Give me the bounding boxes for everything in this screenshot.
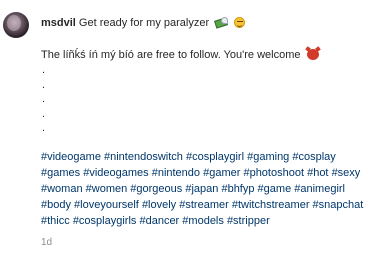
username-link[interactable]: msdvil	[41, 17, 76, 29]
comment-post: msdvil Get ready for my paralyzer The lí…	[0, 0, 384, 263]
hashtag-link[interactable]: #twitchstreamer	[232, 199, 310, 211]
dot-separator: . . . . .	[42, 63, 377, 136]
dot: .	[42, 107, 46, 120]
bio-line-text: The líñḱś íń mý bíó are free to follow. …	[41, 49, 301, 61]
hashtag-link[interactable]: #lovely	[142, 199, 176, 211]
hashtag-link[interactable]: #videogames	[83, 167, 148, 179]
caption-text: Get ready for my paralyzer	[78, 17, 210, 29]
hashtag-link[interactable]: #cosplaygirl	[186, 151, 244, 163]
caption: msdvil Get ready for my paralyzer The lí…	[41, 15, 377, 251]
hashtag-link[interactable]: #japan	[185, 183, 218, 195]
hashtag-link[interactable]: #cosplaygirls	[73, 215, 137, 227]
hashtag-link[interactable]: #loveyourself	[74, 199, 139, 211]
hashtag-link[interactable]: #woman	[41, 183, 83, 195]
hashtag-link[interactable]: #stripper	[227, 215, 270, 227]
caption-bio-line: The líñḱś íń mý bíó are free to follow. …	[41, 47, 377, 63]
avatar[interactable]	[3, 12, 29, 38]
hashtag-link[interactable]: #photoshoot	[243, 167, 304, 179]
dot: .	[42, 78, 46, 91]
hashtag-link[interactable]: #nintendo	[152, 167, 200, 179]
hashtag-link[interactable]: #gorgeous	[130, 183, 182, 195]
smiling-face-icon	[234, 17, 246, 28]
timestamp[interactable]: 1d	[41, 235, 377, 251]
hashtag-link[interactable]: #body	[41, 199, 71, 211]
hashtag-link[interactable]: #games	[41, 167, 80, 179]
hashtag-link[interactable]: #videogame	[41, 151, 101, 163]
dot: .	[42, 122, 46, 134]
hashtag-link[interactable]: #hot	[307, 167, 328, 179]
hashtag-link[interactable]: #gamer	[203, 167, 240, 179]
devil-face-icon	[306, 49, 319, 60]
hashtag-link[interactable]: #bhfyp	[221, 183, 254, 195]
hashtag-link[interactable]: #dancer	[139, 215, 179, 227]
hashtag-link[interactable]: #snapchat	[313, 199, 364, 211]
dot: .	[42, 93, 46, 105]
dot: .	[42, 64, 46, 76]
hashtag-link[interactable]: #thicc	[41, 215, 70, 227]
hashtag-link[interactable]: #models	[182, 215, 224, 227]
hashtag-list: #videogame #nintendoswitch #cosplaygirl …	[41, 149, 377, 229]
hashtag-link[interactable]: #game	[258, 183, 292, 195]
hashtag-link[interactable]: #women	[86, 183, 128, 195]
hashtag-link[interactable]: #streamer	[179, 199, 229, 211]
caption-header: msdvil Get ready for my paralyzer	[41, 15, 377, 31]
money-with-wings-icon	[214, 17, 229, 29]
hashtag-link[interactable]: #sexy	[332, 167, 361, 179]
hashtag-link[interactable]: #cosplay	[292, 151, 335, 163]
hashtag-link[interactable]: #gaming	[247, 151, 289, 163]
hashtag-link[interactable]: #nintendoswitch	[104, 151, 183, 163]
hashtag-link[interactable]: #animegirl	[294, 183, 345, 195]
